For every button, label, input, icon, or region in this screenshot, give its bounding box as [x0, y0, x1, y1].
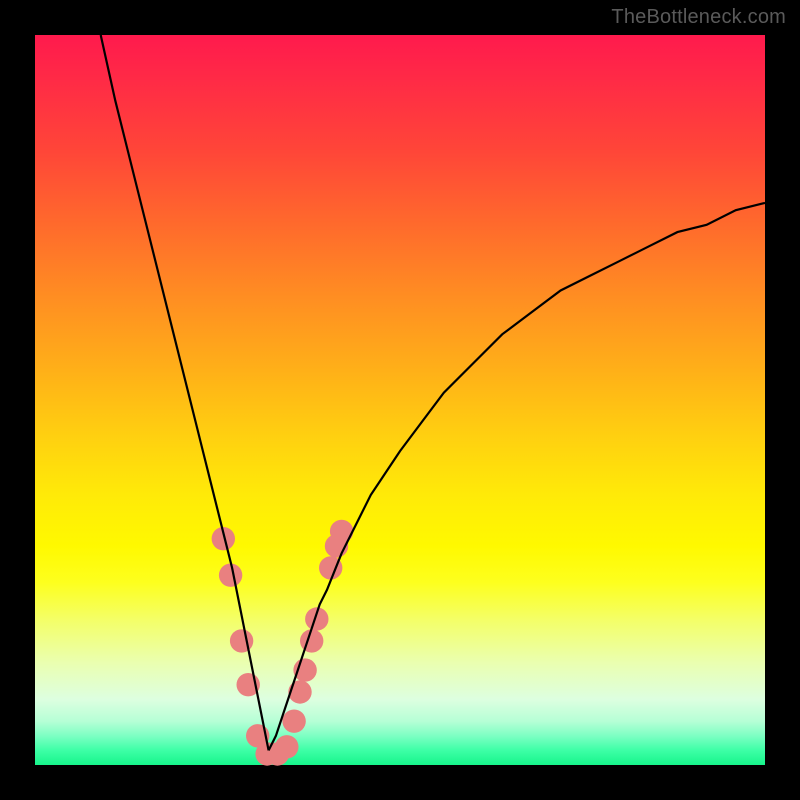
watermark-text: TheBottleneck.com [611, 6, 786, 29]
highlight-marker [330, 520, 353, 543]
highlight-marker [275, 735, 298, 758]
highlight-markers [212, 520, 354, 766]
highlight-marker [282, 710, 305, 733]
chart-svg [35, 35, 765, 765]
highlight-marker [300, 629, 323, 652]
highlight-marker [288, 680, 311, 703]
plot-area [35, 35, 765, 765]
highlight-marker [219, 564, 242, 587]
highlight-marker [230, 629, 253, 652]
curve-right [269, 203, 765, 751]
chart-frame: TheBottleneck.com [0, 0, 800, 800]
